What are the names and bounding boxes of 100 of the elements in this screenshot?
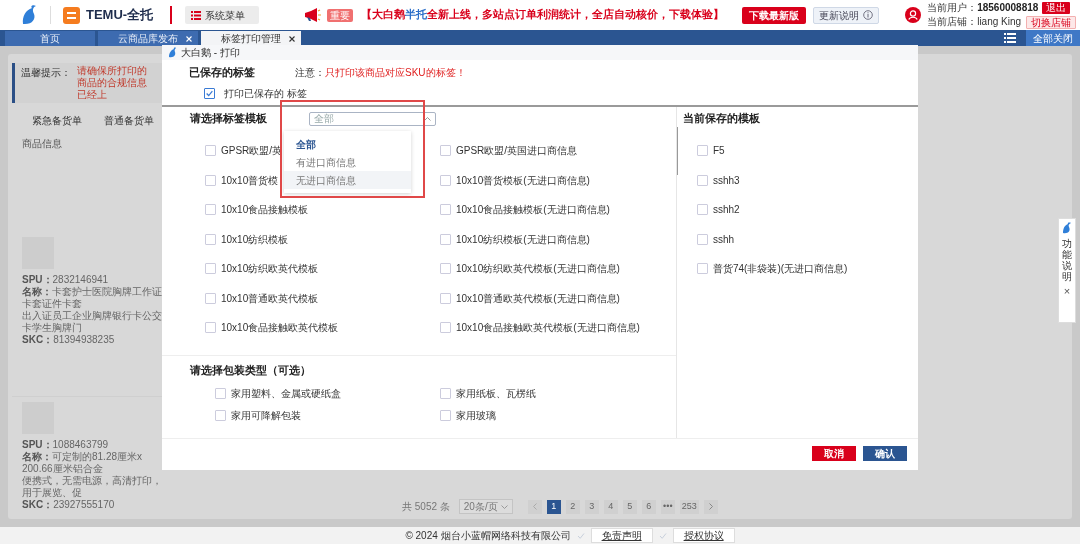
page-button[interactable]: 5 — [622, 499, 637, 514]
page-button[interactable]: 4 — [603, 499, 618, 514]
dialog-title: 大白鹅 - 打印 — [181, 46, 240, 60]
page-button[interactable]: 3 — [584, 499, 599, 514]
checkbox[interactable] — [697, 174, 708, 186]
page-button[interactable]: ••• — [660, 499, 675, 514]
page-button[interactable]: 1 — [546, 499, 561, 514]
checkbox-label: 10x10普通欧英代模板(无进口商信息) — [456, 291, 620, 306]
section-heading: 请选择包装类型（可选） — [190, 362, 311, 378]
checkbox[interactable] — [204, 87, 215, 99]
checkbox[interactable] — [440, 388, 451, 399]
dropdown-option[interactable]: 有进口商信息 — [284, 153, 411, 171]
megaphone-icon — [303, 7, 322, 23]
checkbox[interactable] — [205, 145, 216, 157]
checkbox[interactable] — [440, 233, 451, 245]
update-notes-button[interactable]: 更新说明 — [813, 6, 880, 24]
spu-text: SPU：1088463799 — [22, 439, 110, 451]
checkbox[interactable] — [440, 322, 451, 334]
checkbox[interactable] — [440, 292, 451, 304]
checkbox-label: 10x10纺织欧英代模板(无进口商信息) — [456, 262, 620, 277]
page-button[interactable]: 6 — [641, 499, 656, 514]
chevron-down-icon — [500, 504, 508, 509]
order-tab[interactable]: 普通备货单 — [104, 113, 154, 128]
dropdown-option[interactable]: 全部 — [284, 135, 411, 153]
user-avatar-icon — [905, 7, 922, 23]
checkbox[interactable] — [440, 263, 451, 275]
checkbox-label: 10x10普货模 — [221, 173, 279, 188]
checkbox[interactable] — [697, 263, 708, 275]
swan-logo-icon — [168, 47, 177, 58]
switch-shop-button[interactable]: 切换店铺 — [1026, 15, 1077, 29]
checkbox-label: GPSR欧盟/英 — [221, 144, 283, 159]
logout-button[interactable]: 退出 — [1042, 1, 1071, 14]
menu-icon — [191, 10, 202, 20]
previous-page-button[interactable] — [527, 499, 542, 514]
checkbox[interactable] — [205, 233, 216, 245]
checkbox-label: 10x10纺织模板(无进口商信息) — [456, 232, 590, 247]
announcement-text: 【大白鹅半托全新上线，多站点订单利润统计，全店自动核价，下载体验】 — [361, 7, 725, 23]
template-select[interactable]: 全部 — [309, 111, 436, 126]
page-button[interactable]: 253 — [679, 499, 699, 514]
checkbox[interactable] — [205, 204, 216, 216]
notice-badge: 重要 — [327, 8, 354, 22]
dropdown-option[interactable]: 无进口商信息 — [284, 171, 411, 189]
copyright-text: © 2024 烟台小蓝帽网络科技有限公司 — [405, 529, 571, 543]
check-icon — [658, 531, 667, 540]
checkbox-label: 家用可降解包装 — [231, 409, 301, 423]
user-id: 18560008818 — [977, 1, 1039, 14]
checkbox[interactable] — [215, 388, 226, 399]
chevron-right-icon — [708, 503, 713, 510]
list-icon[interactable] — [1004, 33, 1016, 43]
cancel-button[interactable]: 取消 — [812, 446, 856, 461]
checkbox[interactable] — [697, 204, 708, 216]
shop-label: 当前店铺： — [927, 16, 978, 28]
footer-link[interactable]: 免责声明 — [590, 528, 653, 543]
help-panel-label[interactable]: 功能说明 — [1062, 238, 1072, 282]
checkbox[interactable] — [205, 263, 216, 275]
checkbox-label: 家用玻璃 — [456, 409, 496, 423]
checkbox-label: F5 — [713, 144, 725, 159]
checkbox[interactable] — [205, 322, 216, 334]
checkbox[interactable] — [697, 233, 708, 245]
swan-logo-icon — [1062, 222, 1072, 234]
shop-name: liang King — [977, 16, 1022, 28]
checkbox[interactable] — [205, 292, 216, 304]
page-size-select[interactable]: 20条/页 — [458, 499, 513, 514]
close-icon[interactable] — [289, 35, 295, 42]
checkbox[interactable] — [205, 174, 216, 186]
note-text: 注意：只打印该商品对应SKU的标签！ — [295, 65, 466, 80]
close-button[interactable]: × — [1063, 286, 1071, 297]
checkbox[interactable] — [440, 174, 451, 186]
checkbox[interactable] — [440, 145, 451, 157]
checkbox-label: 10x10食品接触欧英代模板 — [221, 321, 339, 336]
info-icon — [863, 10, 874, 20]
total-count: 共 5052 条 — [402, 500, 450, 514]
confirm-button[interactable]: 确认 — [863, 446, 907, 461]
checkbox-label: GPSR欧盟/英国进口商信息 — [456, 144, 578, 159]
footer-link[interactable]: 授权协议 — [672, 528, 735, 543]
order-tab[interactable]: 紧急备货单 — [32, 113, 82, 128]
page-button[interactable]: 2 — [565, 499, 580, 514]
menu-button[interactable]: 系统菜单 — [185, 6, 260, 24]
checkbox-label: 10x10纺织模板 — [221, 232, 289, 247]
checkbox-label: 10x10食品接触模板 — [221, 203, 309, 218]
check-icon — [576, 531, 585, 540]
checkbox-label: sshh — [713, 232, 735, 247]
next-page-button[interactable] — [703, 499, 718, 514]
section-heading: 已保存的标签 — [189, 64, 255, 80]
checkbox[interactable] — [697, 145, 708, 157]
download-button[interactable]: 下载最新版 — [742, 6, 807, 24]
column-header: 商品信息 — [21, 137, 63, 151]
close-all-button[interactable]: 全部关闭 — [1026, 30, 1080, 46]
checkbox[interactable] — [215, 410, 226, 421]
tab[interactable]: 云商品库发布 — [98, 31, 198, 46]
checkbox-label: sshh3 — [713, 173, 740, 188]
checkbox[interactable] — [440, 204, 451, 216]
checkbox-label: 10x10食品接触模板(无进口商信息) — [456, 203, 610, 218]
checkbox-label: 10x10普货模板(无进口商信息) — [456, 173, 590, 188]
chevron-up-icon[interactable] — [424, 116, 431, 121]
tip-text: 请确保所打印的商品的合规信息已经上 — [77, 65, 148, 101]
section-heading: 请选择标签模板 — [190, 111, 267, 127]
tab[interactable]: 首页 — [5, 31, 95, 46]
checkbox[interactable] — [440, 410, 451, 421]
chevron-left-icon — [532, 503, 537, 510]
